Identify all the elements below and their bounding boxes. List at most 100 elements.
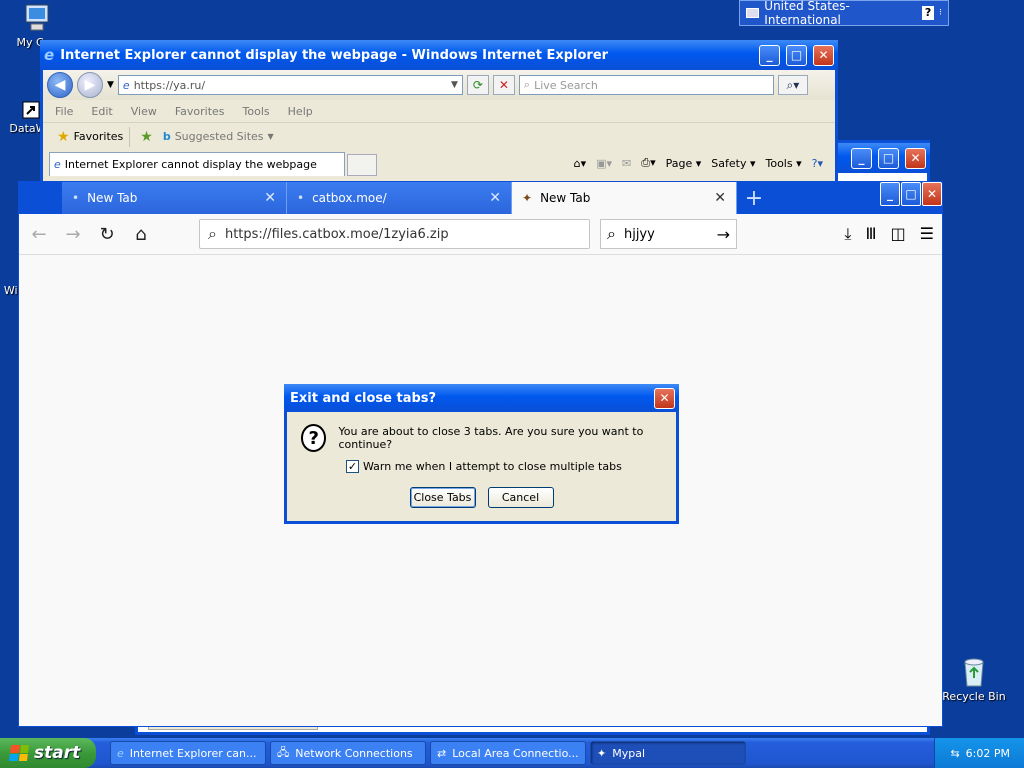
add-favorite-icon[interactable]: ★ [140,129,153,145]
warn-checkbox-row[interactable]: ✓ Warn me when I attempt to close multip… [346,460,662,473]
ie-titlebar[interactable]: e Internet Explorer cannot display the w… [40,40,838,70]
maximize-button[interactable]: □ [901,182,921,206]
ie-window: e Internet Explorer cannot display the w… [40,40,838,200]
close-tab-icon[interactable]: ✕ [714,190,726,206]
close-tab-icon[interactable]: ✕ [489,190,501,206]
menu-view[interactable]: View [131,105,157,118]
library-icon[interactable]: Ⅲ [866,224,877,244]
ie-address-value: https://ya.ru/ [133,78,206,92]
new-tab-plus-icon[interactable]: + [737,182,771,214]
tray-network-icon[interactable]: ⇆ [950,747,959,760]
close-button[interactable]: ✕ [922,182,942,206]
ie-new-tab-button[interactable] [347,154,377,176]
star-icon: ★ [57,128,70,145]
mypal-icon: ✦ [522,191,533,205]
home-icon[interactable]: ⌂ [129,222,153,246]
favorites-button[interactable]: ★ Favorites [51,126,131,147]
back-button[interactable]: ◀ [47,72,73,98]
warn-checkbox[interactable]: ✓ [346,460,359,473]
maximize-button[interactable]: □ [786,44,807,66]
taskbar-item-label: Network Connections [295,746,413,760]
menu-edit[interactable]: Edit [91,105,112,118]
taskbar-item-mypal[interactable]: ✦ Mypal [590,741,746,765]
download-icon[interactable]: ⤓ [844,224,851,244]
language-bar[interactable]: United States-International ? ⁝ [739,0,949,27]
menu-favorites[interactable]: Favorites [175,105,225,118]
mail-icon[interactable]: ✉ [622,157,631,170]
mypal-icon: ✦ [597,746,607,760]
ff-tab-label: New Tab [540,191,591,205]
ie-icon: e [117,746,124,760]
desktop-icon-recycle-bin[interactable]: Recycle Bin [939,656,1009,703]
tools-menu[interactable]: Tools ▾ [765,157,801,170]
back-arrow-icon[interactable]: ← [27,222,51,246]
language-bar-options-icon[interactable]: ⁝ [939,8,942,18]
tab-dot-icon: • [72,191,80,205]
taskbar: start e Internet Explorer can... 🖧 Netwo… [0,738,1024,768]
dialog-titlebar[interactable]: Exit and close tabs? ✕ [284,384,679,412]
ie-menu-bar: File Edit View Favorites Tools Help [43,100,835,122]
minimize-button[interactable]: _ [880,182,900,206]
dialog-close-button[interactable]: ✕ [654,387,675,409]
clock[interactable]: 6:02 PM [966,747,1010,760]
start-button[interactable]: start [0,738,96,768]
address-dropdown-icon[interactable]: ▼ [451,80,458,90]
refresh-button[interactable]: ⟳ [466,75,489,95]
search-go-arrow-icon[interactable]: → [717,225,730,244]
ie-address-bar[interactable]: e https://ya.ru/ ▼ [117,75,463,95]
taskbar-item-label: Local Area Connectio... [452,746,579,760]
warn-checkbox-label: Warn me when I attempt to close multiple… [363,460,622,473]
ie-tab[interactable]: e Internet Explorer cannot display the w… [49,152,345,176]
forward-button[interactable]: ▶ [77,72,103,98]
cancel-button[interactable]: Cancel [487,487,554,508]
page-menu[interactable]: Page ▾ [666,157,702,170]
ff-tab-label: New Tab [87,191,138,205]
ff-tab-bar: • New Tab ✕ • catbox.moe/ ✕ ✦ New Tab ✕ … [19,182,942,214]
history-dropdown-icon[interactable]: ▼ [107,80,114,90]
menu-tools[interactable]: Tools [243,105,270,118]
stop-button[interactable]: ✕ [492,75,515,95]
windows-flag-icon [8,745,30,761]
suggested-sites-button[interactable]: b Suggested Sites ▼ [163,130,274,143]
ff-nav-bar: ← → ↻ ⌂ ⌕ https://files.catbox.moe/1zyia… [19,214,942,255]
ie-command-bar: ⌂▾ ▣▾ ✉ ⎙▾ Page ▾ Safety ▾ Tools ▾ ?▾ [574,150,823,176]
desktop-icon-label: Recycle Bin [942,690,1006,703]
ie-tab-row: e Internet Explorer cannot display the w… [43,150,835,176]
forward-arrow-icon[interactable]: → [61,222,85,246]
help-icon[interactable]: ?▾ [812,157,823,170]
maximize-button[interactable]: □ [878,147,899,169]
taskbar-item-network-connections[interactable]: 🖧 Network Connections [270,741,426,765]
ie-window-title: Internet Explorer cannot display the web… [60,47,609,63]
safety-menu[interactable]: Safety ▾ [711,157,755,170]
close-tab-icon[interactable]: ✕ [264,190,276,206]
ff-tab-catbox[interactable]: • catbox.moe/ ✕ [287,182,512,214]
minimize-button[interactable]: _ [851,147,872,169]
menu-hamburger-icon[interactable]: ☰ [920,224,934,244]
tools-menu-label: Tools [765,156,793,170]
ff-url-bar[interactable]: ⌕ https://files.catbox.moe/1zyia6.zip [199,219,590,249]
feeds-icon[interactable]: ▣▾ [596,157,612,170]
help-icon[interactable]: ? [921,6,935,20]
print-icon[interactable]: ⎙▾ [641,156,655,170]
close-button[interactable]: ✕ [813,44,834,66]
ff-tab-new-tab-1[interactable]: • New Tab ✕ [62,182,287,214]
taskbar-item-ie[interactable]: e Internet Explorer can... [110,741,266,765]
ie-favorites-bar: ★ Favorites ★ b Suggested Sites ▼ [43,122,835,150]
page-menu-label: Page [665,156,693,170]
start-label: start [34,743,81,763]
menu-help[interactable]: Help [288,105,313,118]
ie-search-box[interactable]: ⌕ Live Search [518,75,774,95]
network-icon: 🖧 [277,745,290,759]
minimize-button[interactable]: _ [759,44,780,66]
close-tabs-button[interactable]: Close Tabs [409,487,476,508]
home-icon[interactable]: ⌂▾ [574,157,587,170]
reload-icon[interactable]: ↻ [95,222,119,246]
menu-file[interactable]: File [55,105,73,118]
search-go-button[interactable]: ⌕▾ [777,75,808,95]
sidebar-icon[interactable]: ◫ [891,224,906,244]
taskbar-item-local-area[interactable]: ⇄ Local Area Connectio... [430,741,586,765]
close-button[interactable]: ✕ [905,147,926,169]
question-icon: ? [301,424,327,452]
ff-search-box[interactable]: ⌕ hjjyy → [600,219,737,249]
ff-tab-new-tab-active[interactable]: ✦ New Tab ✕ [512,182,737,214]
